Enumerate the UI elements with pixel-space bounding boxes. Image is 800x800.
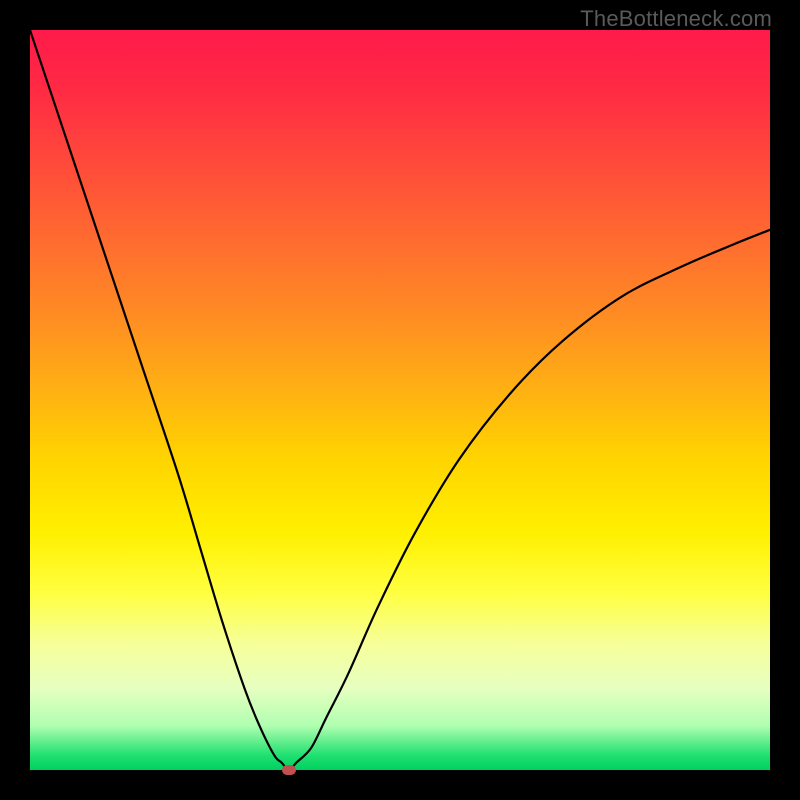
chart-frame: TheBottleneck.com	[0, 0, 800, 800]
plot-area	[30, 30, 770, 770]
optimum-marker	[282, 765, 296, 775]
watermark-text: TheBottleneck.com	[580, 6, 772, 32]
bottleneck-curve	[30, 30, 770, 770]
